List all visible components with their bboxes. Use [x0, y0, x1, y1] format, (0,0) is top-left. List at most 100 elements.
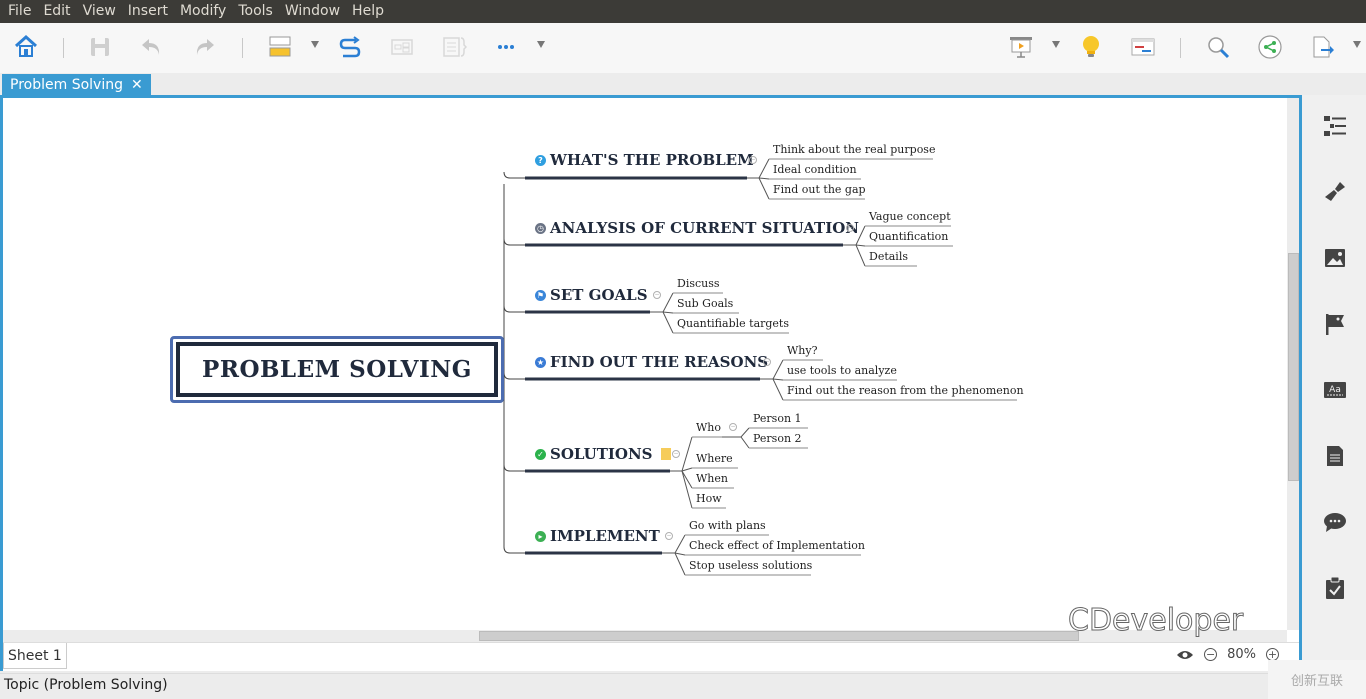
tab-problem-solving[interactable]: Problem Solving ✕ [2, 74, 151, 96]
home-button[interactable] [12, 33, 40, 61]
more-dropdown-arrow[interactable] [537, 41, 545, 48]
task-button[interactable] [1322, 575, 1348, 601]
redo-button[interactable] [190, 33, 218, 61]
main-topic[interactable]: ★ FIND OUT THE REASONS [535, 353, 768, 371]
vertical-scroll-thumb[interactable] [1288, 253, 1299, 481]
subtopic[interactable]: Go with plans [689, 519, 766, 532]
gantt-button[interactable] [1129, 33, 1157, 61]
relationship-button[interactable] [336, 33, 364, 61]
save-button[interactable] [86, 33, 114, 61]
central-topic[interactable]: PROBLEM SOLVING [170, 336, 504, 403]
sub-connector [670, 470, 693, 489]
subtopic[interactable]: Where [696, 452, 733, 465]
more-button[interactable] [492, 33, 520, 61]
collapse-button[interactable]: − [653, 291, 661, 299]
image-icon [1325, 249, 1345, 267]
menu-edit[interactable]: Edit [37, 0, 76, 23]
subtopic[interactable]: Discuss [677, 277, 720, 290]
presentation-icon [1010, 37, 1032, 58]
collapse-button[interactable]: − [665, 532, 673, 540]
topic-marker-icon: ✓ [535, 448, 546, 460]
close-icon[interactable]: ✕ [131, 77, 143, 93]
export-dropdown-arrow[interactable] [1353, 41, 1361, 48]
subtopic[interactable]: use tools to analyze [787, 364, 897, 377]
sub-connector [662, 552, 686, 576]
menu-view[interactable]: View [77, 0, 122, 23]
presentation-button[interactable] [1007, 33, 1035, 61]
share-icon [1258, 35, 1282, 59]
subtopic[interactable]: Details [869, 250, 908, 263]
search-button[interactable] [1204, 33, 1232, 61]
topic-marker-icon: ? [535, 154, 546, 166]
menu-tools[interactable]: Tools [232, 0, 279, 23]
main-topic[interactable]: ? WHAT'S THE PROBLEM [535, 151, 754, 169]
subtopic[interactable]: Sub Goals [677, 297, 733, 310]
redo-icon [196, 39, 214, 55]
subtopic[interactable]: Who [696, 421, 721, 434]
notes-button[interactable] [1322, 443, 1348, 469]
format-button[interactable] [1322, 179, 1348, 205]
export-button[interactable] [1308, 33, 1336, 61]
subtopic[interactable]: Quantifiable targets [677, 317, 789, 330]
main-topic[interactable]: ◷ ANALYSIS OF CURRENT SITUATION [535, 219, 859, 237]
subtopic[interactable]: Think about the real purpose [773, 143, 935, 156]
sheet-tab[interactable]: Sheet 1 [3, 643, 67, 669]
brainstorm-button[interactable] [1077, 33, 1105, 61]
subtopic[interactable]: Find out the gap [773, 183, 866, 196]
note-icon[interactable] [660, 448, 671, 460]
collapse-button[interactable]: − [749, 156, 757, 164]
menu-window[interactable]: Window [279, 0, 346, 23]
subtopic[interactable]: Person 1 [753, 412, 802, 425]
share-button[interactable] [1256, 33, 1284, 61]
main-topic-label: WHAT'S THE PROBLEM [550, 151, 754, 169]
main-topic[interactable]: ▸ IMPLEMENT [535, 527, 660, 545]
zoom-out-button[interactable]: − [1204, 648, 1218, 661]
menu-file[interactable]: File [2, 0, 37, 23]
branch-connector [503, 171, 525, 179]
subtopic[interactable]: How [696, 492, 722, 505]
horizontal-scroll-thumb[interactable] [479, 631, 1079, 641]
summary-button[interactable] [440, 33, 468, 61]
menu-modify[interactable]: Modify [174, 0, 232, 23]
topic-dropdown-arrow[interactable] [311, 41, 319, 48]
subtopic[interactable]: Stop useless solutions [689, 559, 812, 572]
outline-button[interactable] [1322, 113, 1348, 139]
menu-help[interactable]: Help [346, 0, 390, 23]
main-topic[interactable]: ⚑ SET GOALS [535, 286, 648, 304]
boundary-button[interactable] [388, 33, 416, 61]
subtopic[interactable]: When [696, 472, 728, 485]
subtopic[interactable]: Person 2 [753, 432, 802, 445]
subtopic[interactable]: Check effect of Implementation [689, 539, 865, 552]
summary-icon [443, 37, 467, 57]
collapse-button[interactable]: − [763, 358, 771, 366]
subtopic[interactable]: Find out the reason from the phenomenon [787, 384, 1024, 397]
subtopic[interactable]: Vague concept [869, 210, 951, 223]
mindmap-canvas[interactable]: PROBLEM SOLVING ? WHAT'S THE PROBLEM − Thin… [3, 98, 1287, 630]
undo-icon [142, 39, 160, 55]
insert-topic-button[interactable] [266, 33, 294, 61]
subtopic[interactable]: Ideal condition [773, 163, 857, 176]
image-button[interactable] [1322, 245, 1348, 271]
branch-connector [503, 464, 525, 472]
marker-button[interactable] [1322, 311, 1348, 337]
vertical-scrollbar[interactable] [1287, 98, 1299, 630]
collapse-button[interactable]: − [672, 450, 680, 458]
outline-icon [1324, 116, 1346, 136]
presentation-dropdown-arrow[interactable] [1052, 41, 1060, 48]
topic-icon [269, 36, 291, 57]
subtopic[interactable]: Quantification [869, 230, 948, 243]
horizontal-scrollbar[interactable] [3, 630, 1287, 642]
collapse-button[interactable]: − [846, 224, 854, 232]
main-topic[interactable]: ✓ SOLUTIONS [535, 445, 671, 463]
menu-insert[interactable]: Insert [122, 0, 174, 23]
eye-icon[interactable] [1176, 649, 1194, 661]
sub-connector [670, 470, 693, 509]
save-icon [91, 38, 109, 56]
branch-connector [503, 305, 525, 313]
collapse-button[interactable]: − [729, 423, 737, 431]
subtopic[interactable]: Why? [787, 344, 818, 357]
undo-button[interactable] [138, 33, 166, 61]
comments-button[interactable] [1322, 509, 1348, 535]
branch-connector [503, 372, 525, 380]
text-style-button[interactable]: Aa [1322, 377, 1348, 403]
